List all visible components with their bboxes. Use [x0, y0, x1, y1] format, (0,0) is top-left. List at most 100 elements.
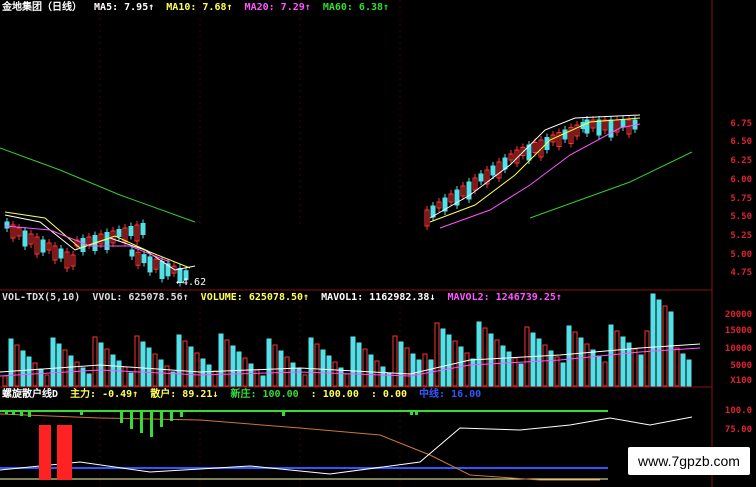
candlestick — [478, 173, 484, 182]
volume-bar — [476, 321, 482, 387]
volume-bar — [602, 361, 608, 387]
volume-axis-unit: X100 — [730, 376, 752, 386]
candlestick — [58, 248, 64, 259]
volume-bar — [374, 360, 380, 387]
volume-bar — [116, 360, 122, 387]
price-axis-label-7: 5.25 — [730, 231, 752, 241]
volume-bar — [86, 373, 92, 387]
volume-bar — [284, 356, 290, 387]
volume-bar — [680, 353, 686, 387]
candlestick — [147, 256, 153, 273]
volume-bar — [350, 336, 356, 387]
volume-bar — [146, 347, 152, 387]
volume-bar — [254, 369, 260, 387]
volume-bar — [596, 355, 602, 387]
volume-bar — [590, 349, 596, 387]
candlestick — [104, 232, 110, 250]
ma20-value: MA20: 7.29↑ — [244, 2, 311, 13]
indicator-bar — [120, 411, 123, 423]
volume-bar — [32, 362, 38, 387]
ma60-line — [0, 147, 196, 223]
volume-bar — [344, 373, 350, 387]
volume-bar — [578, 337, 584, 387]
volume-bar — [506, 351, 512, 387]
indicator-header: 螺旋散户线D 主力: -0.49↑ 散户: 89.21↓ 新庄: 100.00 … — [2, 388, 487, 402]
volume-bar — [614, 330, 620, 387]
ma60-line — [529, 151, 693, 219]
volume-bar — [266, 338, 272, 387]
price-axis-label-4: 6.00 — [730, 175, 752, 185]
volume-bar — [122, 366, 128, 387]
retail-line — [0, 413, 600, 481]
volume-bar — [182, 340, 188, 387]
volume-bar — [488, 333, 494, 387]
volume-bar — [464, 352, 470, 387]
volume-bar — [92, 336, 98, 387]
indicator-bar — [80, 411, 83, 415]
volume-bar — [620, 336, 626, 387]
volume-bar — [74, 361, 80, 387]
volume-bar — [314, 343, 320, 387]
volume-bar — [260, 375, 266, 387]
indicator-bar — [28, 411, 31, 417]
volume-bar — [368, 354, 374, 387]
midline-value: 中线: 16.00 — [419, 389, 482, 400]
volume-bar — [176, 334, 182, 387]
volume-bar — [56, 343, 62, 387]
zero-value: : 0.00 — [370, 389, 407, 400]
volume-bar — [20, 350, 26, 387]
volume-bar — [320, 349, 326, 387]
candlestick — [159, 261, 165, 279]
indicator-bar — [5, 411, 8, 414]
ma10-value: MA10: 7.68↑ — [166, 2, 233, 13]
volume-bar — [332, 361, 338, 387]
mavol2-value: MAVOL2: 1246739.25↑ — [447, 292, 562, 303]
volume-bar — [668, 311, 674, 387]
candlestick — [584, 119, 590, 134]
indicator-axis-label-1: 100.0 — [724, 406, 752, 416]
price-axis-label-6: 5.50 — [730, 212, 752, 222]
volume-bar — [308, 337, 314, 387]
volume-bar — [380, 366, 386, 387]
indicator-name: 螺旋散户线D — [2, 389, 59, 400]
volume-bar — [656, 299, 662, 387]
volume-bar — [542, 344, 548, 387]
candlestick — [40, 239, 46, 253]
watermark: www.7gpzb.com — [628, 447, 750, 475]
volume-bar — [2, 375, 8, 387]
volume-bar — [674, 347, 680, 387]
volume-axis-label-2: 15000 — [724, 326, 752, 336]
indicator-bar — [12, 411, 15, 415]
volume-bar — [230, 345, 236, 387]
volume-bar — [554, 356, 560, 387]
candlestick — [116, 229, 122, 237]
volume-axis-label-3: 10000 — [724, 344, 752, 354]
volume-bar — [362, 348, 368, 387]
volume-bar — [242, 357, 248, 387]
ma60-value: MA60: 6.38↑ — [322, 2, 390, 13]
volume-bar — [650, 293, 656, 387]
indicator-bar — [130, 411, 133, 429]
volume-bar — [482, 327, 488, 387]
volume-bar — [566, 325, 572, 387]
volume-bar — [38, 368, 44, 387]
volume-axis-label-4: 5000 — [730, 361, 752, 371]
price-header: 金地集团（日线） MA5: 7.95↑ MA10: 7.68↑ MA20: 7.… — [2, 1, 395, 15]
volume-bar — [212, 370, 218, 387]
vvol-value: VVOL: 625078.56↑ — [92, 292, 189, 303]
volume-bar — [188, 346, 194, 387]
candlestick — [490, 165, 496, 176]
volume-bar — [326, 355, 332, 387]
volume-bar — [584, 343, 590, 387]
volume-bar — [14, 344, 20, 387]
candlestick — [596, 119, 602, 136]
volume-bar — [686, 359, 692, 387]
indicator-bar — [410, 411, 413, 415]
volume-bar — [68, 355, 74, 387]
stock-chart[interactable] — [0, 0, 756, 487]
candlestick — [22, 230, 28, 247]
stock-title: 金地集团（日线） — [2, 2, 82, 13]
main-force-value: 主力: -0.49↑ — [70, 389, 139, 400]
candlestick — [562, 129, 568, 140]
indicator-bar — [20, 411, 23, 416]
